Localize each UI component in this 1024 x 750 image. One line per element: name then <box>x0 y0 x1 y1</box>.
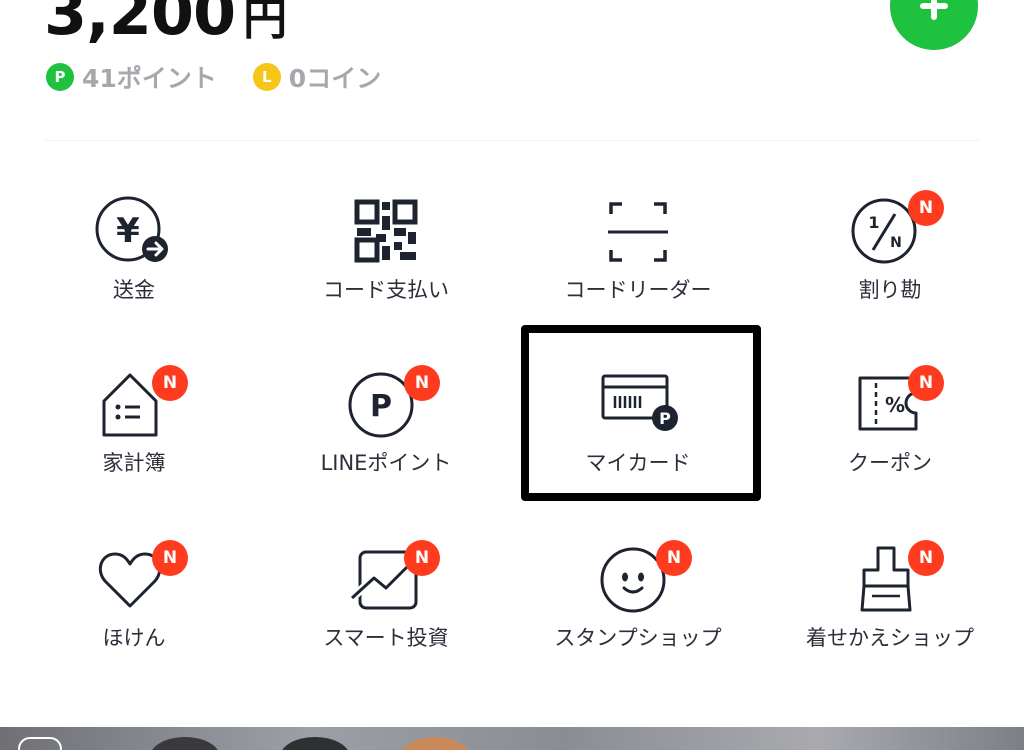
new-badge: N <box>152 365 188 401</box>
new-badge: N <box>908 365 944 401</box>
menu-item-label: LINEポイント <box>320 451 452 475</box>
menu-item-line-points[interactable]: P N LINEポイント <box>260 365 512 505</box>
banner-indicator <box>18 737 62 750</box>
menu-item-label: 送金 <box>113 278 155 302</box>
my-card-icon: P <box>598 365 678 445</box>
points-badge-icon: P <box>46 63 74 91</box>
menu-item-label: コード支払い <box>323 278 449 302</box>
menu-item-label: 割り勘 <box>858 278 922 302</box>
send-money-icon: ¥ <box>94 192 174 272</box>
menu-item-insurance[interactable]: N ほけん <box>8 540 260 680</box>
menu-item-smart-invest[interactable]: N スマート投資 <box>260 540 512 680</box>
svg-text:N: N <box>890 235 902 251</box>
new-badge: N <box>908 540 944 576</box>
svg-text:P: P <box>659 409 671 428</box>
menu-item-label: クーポン <box>848 451 932 475</box>
new-badge: N <box>404 540 440 576</box>
menu-item-label: マイカード <box>585 451 691 475</box>
svg-text:P: P <box>370 389 392 424</box>
svg-text:%: % <box>885 393 905 417</box>
menu-item-label: スマート投資 <box>323 626 449 650</box>
code-reader-icon <box>598 192 678 272</box>
points-coins-row: P 41ポイント L 0コイン <box>46 59 417 95</box>
svg-text:1: 1 <box>868 213 879 232</box>
coins-link[interactable]: L 0コイン <box>252 59 382 95</box>
menu-item-coupon[interactable]: % N クーポン <box>764 365 1016 505</box>
divider <box>44 140 980 141</box>
menu-item-code-payment[interactable]: コード支払い <box>260 192 512 332</box>
balance-display[interactable]: 3,200 円 <box>44 0 287 48</box>
wallet-page: 3,200 円 P 41ポイント L 0コイン ¥ 送金 コード支払い コードリ… <box>0 0 1024 750</box>
menu-item-label: 家計簿 <box>102 451 166 475</box>
menu-item-household-ledger[interactable]: N 家計簿 <box>8 365 260 505</box>
promo-banner[interactable] <box>0 727 1024 750</box>
menu-item-label: ほけん <box>102 626 166 650</box>
new-badge: N <box>908 190 944 226</box>
balance-amount: 3,200 <box>44 0 236 49</box>
menu-item-label: 着せかえショップ <box>806 626 974 650</box>
new-badge: N <box>656 540 692 576</box>
menu-item-send-money[interactable]: ¥ 送金 <box>8 192 260 332</box>
new-badge: N <box>404 365 440 401</box>
balance-currency: 円 <box>243 0 288 45</box>
menu-item-label: スタンプショップ <box>554 626 722 650</box>
qr-code-icon <box>346 192 426 272</box>
coins-badge-icon: L <box>252 63 281 91</box>
menu-item-sticker-shop[interactable]: N スタンプショップ <box>512 540 764 680</box>
menu-item-code-reader[interactable]: コードリーダー <box>512 192 764 332</box>
points-text: 41ポイント <box>82 64 217 93</box>
menu-item-theme-shop[interactable]: N 着せかえショップ <box>764 540 1016 680</box>
menu-item-split-bill[interactable]: 1 N N 割り勘 <box>764 190 1016 332</box>
points-link[interactable]: P 41ポイント <box>46 59 217 95</box>
menu-item-label: コードリーダー <box>564 278 712 302</box>
menu-item-my-card[interactable]: P マイカード <box>512 365 764 505</box>
add-money-button[interactable] <box>890 0 978 50</box>
new-badge: N <box>152 540 188 576</box>
coins-text: 0コイン <box>288 64 382 93</box>
svg-text:¥: ¥ <box>116 211 140 251</box>
